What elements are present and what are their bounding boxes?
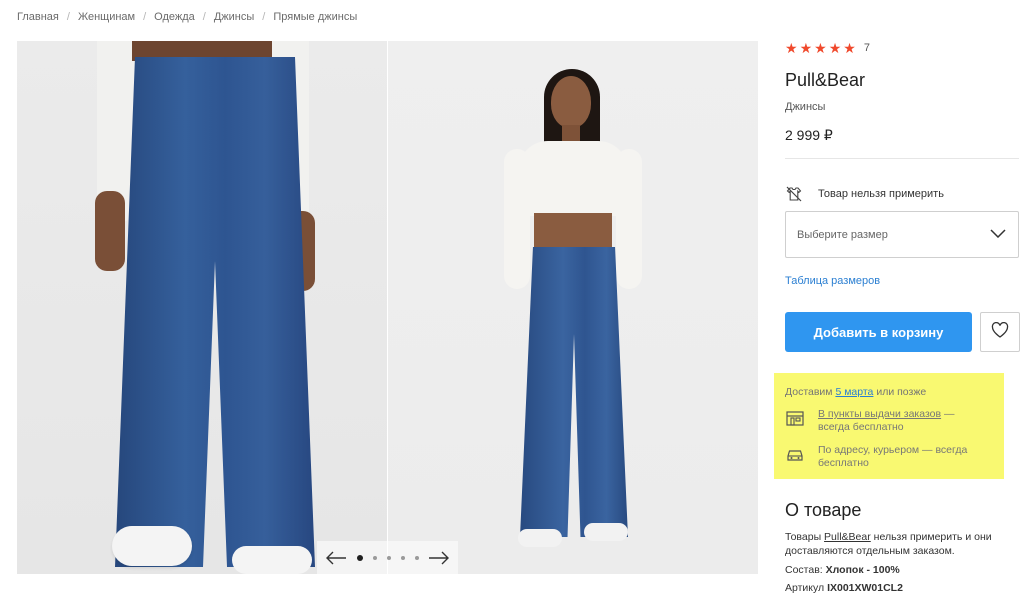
about-title: О товаре: [785, 500, 862, 520]
breadcrumb-separator: /: [262, 11, 266, 23]
courier-text: По адресу, курьером — всегда бесплатно: [818, 444, 968, 469]
carousel-dot-active[interactable]: [356, 554, 363, 561]
star-icon: ★: [785, 40, 798, 56]
carousel-controls: [317, 541, 458, 574]
star-icon: ★: [814, 40, 827, 56]
heart-icon: [991, 321, 1009, 343]
breadcrumb: Главная / Женщинам / Одежда / Джинсы / П…: [17, 11, 357, 23]
photo-model-waist: [534, 213, 612, 249]
sku: Артикул IX001XW01CL2: [785, 582, 1020, 594]
breadcrumb-clothing[interactable]: Одежда: [154, 11, 195, 23]
breadcrumb-jeans[interactable]: Джинсы: [214, 11, 254, 23]
carousel-dot[interactable]: [386, 555, 391, 560]
photo-shoe-left: [112, 526, 192, 566]
arrow-right-icon[interactable]: [428, 548, 450, 568]
star-icon: ★: [828, 40, 842, 56]
size-select[interactable]: Выберите размер: [785, 211, 1019, 258]
composition-label: Состав:: [785, 564, 826, 576]
breadcrumb-women[interactable]: Женщинам: [78, 11, 135, 23]
delivery-date-link[interactable]: 5 марта: [835, 386, 873, 398]
composition-value: Хлопок - 100%: [825, 564, 900, 576]
breadcrumb-separator: /: [202, 11, 206, 23]
fitting-notice: Товар нельзя примерить: [785, 185, 1020, 203]
about-description: Товары Pull&Bear нельзя примерить и они …: [785, 530, 1020, 558]
breadcrumb-home[interactable]: Главная: [17, 11, 59, 23]
product-actions: Добавить в корзину: [785, 312, 1020, 352]
carousel-dots: [356, 554, 419, 561]
star-icon: ★: [843, 40, 856, 56]
breadcrumb-straight-jeans[interactable]: Прямые джинсы: [273, 11, 357, 23]
add-to-cart-button[interactable]: Добавить в корзину: [785, 312, 972, 352]
product-category: Джинсы: [785, 101, 826, 113]
photo-shoe-right: [232, 546, 312, 574]
photo-model-jeans: [520, 247, 628, 537]
pickup-point-icon: [785, 408, 805, 428]
divider: [785, 158, 1019, 159]
star-icon: ★: [799, 40, 813, 56]
delivery-date-line: Доставим 5 марта или позже: [785, 386, 1004, 398]
about-desc-prefix: Товары: [785, 531, 825, 543]
delivery-pickup: В пункты выдачи заказов — всегда бесплат…: [785, 408, 1004, 434]
product-gallery: [17, 41, 758, 574]
product-price: 2 999 ₽: [785, 127, 833, 143]
breadcrumb-separator: /: [66, 11, 70, 23]
photo-jeans-closeup: [115, 57, 315, 567]
favorite-button[interactable]: [980, 312, 1020, 352]
delivery-courier: По адресу, курьером — всегда бесплатно: [785, 444, 1004, 470]
size-table-link[interactable]: Таблица размеров: [785, 275, 880, 287]
sku-label: Артикул: [785, 582, 828, 594]
rating[interactable]: ★ ★ ★ ★ ★ 7: [785, 40, 1020, 56]
chevron-down-icon: [990, 228, 1006, 241]
product-brand: Pull&Bear: [785, 70, 866, 90]
photo-model-head: [551, 76, 591, 128]
rating-count[interactable]: 7: [864, 42, 870, 54]
delivery-info: Доставим 5 марта или позже В пункты выда…: [774, 373, 1004, 479]
photo-hand-left: [95, 191, 125, 271]
product-photo-closeup[interactable]: [17, 41, 387, 574]
brand-link[interactable]: Pull&Bear: [824, 531, 871, 543]
delivery-prefix: Доставим: [785, 386, 836, 398]
breadcrumb-separator: /: [143, 11, 147, 23]
car-icon: [785, 444, 805, 464]
arrow-left-icon[interactable]: [325, 548, 347, 568]
composition: Состав: Хлопок - 100%: [785, 564, 1020, 576]
delivery-suffix: или позже: [873, 386, 927, 398]
photo-model-shoe-left: [518, 529, 562, 547]
about-product: О товаре Товары Pull&Bear нельзя примери…: [785, 500, 1020, 594]
size-select-placeholder: Выберите размер: [797, 228, 888, 241]
photo-model-top: [518, 141, 628, 216]
photo-model-shoe-right: [584, 523, 628, 541]
fitting-notice-text: Товар нельзя примерить: [818, 188, 944, 200]
product-photo-model[interactable]: [388, 41, 758, 574]
carousel-dot[interactable]: [372, 555, 377, 560]
pickup-points-link[interactable]: В пункты выдачи заказов: [818, 408, 941, 420]
pickup-text: В пункты выдачи заказов — всегда бесплат…: [818, 408, 988, 434]
no-fitting-icon: [785, 185, 803, 203]
carousel-dot[interactable]: [400, 555, 405, 560]
carousel-dot[interactable]: [414, 555, 419, 560]
product-info-panel: ★ ★ ★ ★ ★ 7 Pull&Bear Джинсы 2 999 ₽ Тов…: [785, 40, 1020, 352]
sku-value: IX001XW01CL2: [827, 582, 903, 594]
